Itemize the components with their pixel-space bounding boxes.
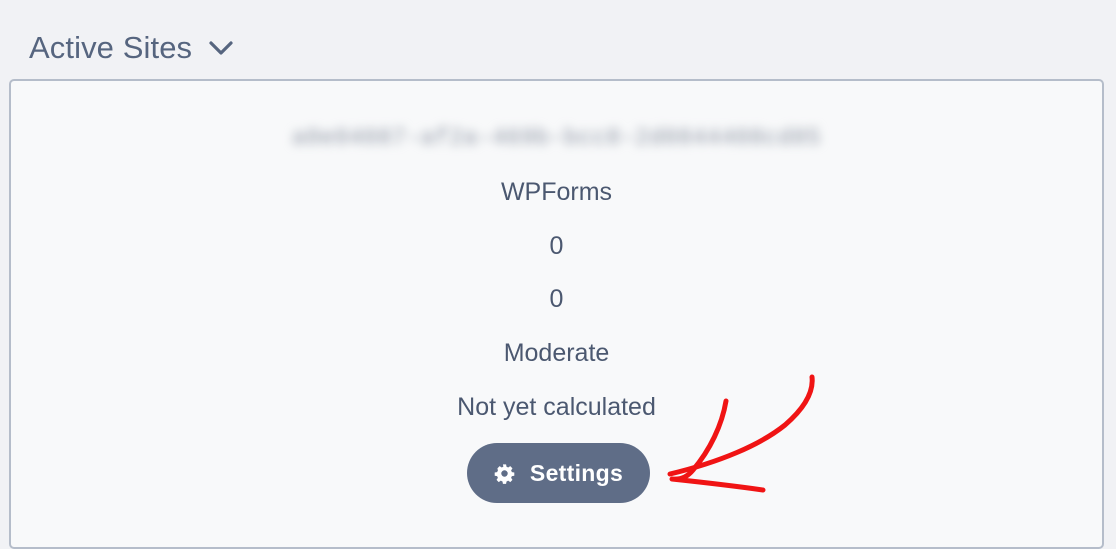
site-value-2: 0 [549,285,564,313]
active-sites-toggle[interactable]: Active Sites [29,26,235,70]
site-level: Moderate [503,339,610,367]
plugin-name: WPForms [500,178,613,206]
site-status: Not yet calculated [457,393,656,421]
site-value-1: 0 [549,232,564,260]
gear-icon [494,462,516,484]
license-key: a0e04087-af2a-469b-bcc8-2d0844408cd85 [291,125,822,151]
settings-button-label: Settings [529,459,624,486]
chevron-down-icon[interactable] [207,34,235,62]
active-site-card: a0e04087-af2a-469b-bcc8-2d0844408cd85 WP… [9,79,1104,549]
section-title: Active Sites [29,30,193,65]
settings-button[interactable]: Settings [467,443,650,503]
